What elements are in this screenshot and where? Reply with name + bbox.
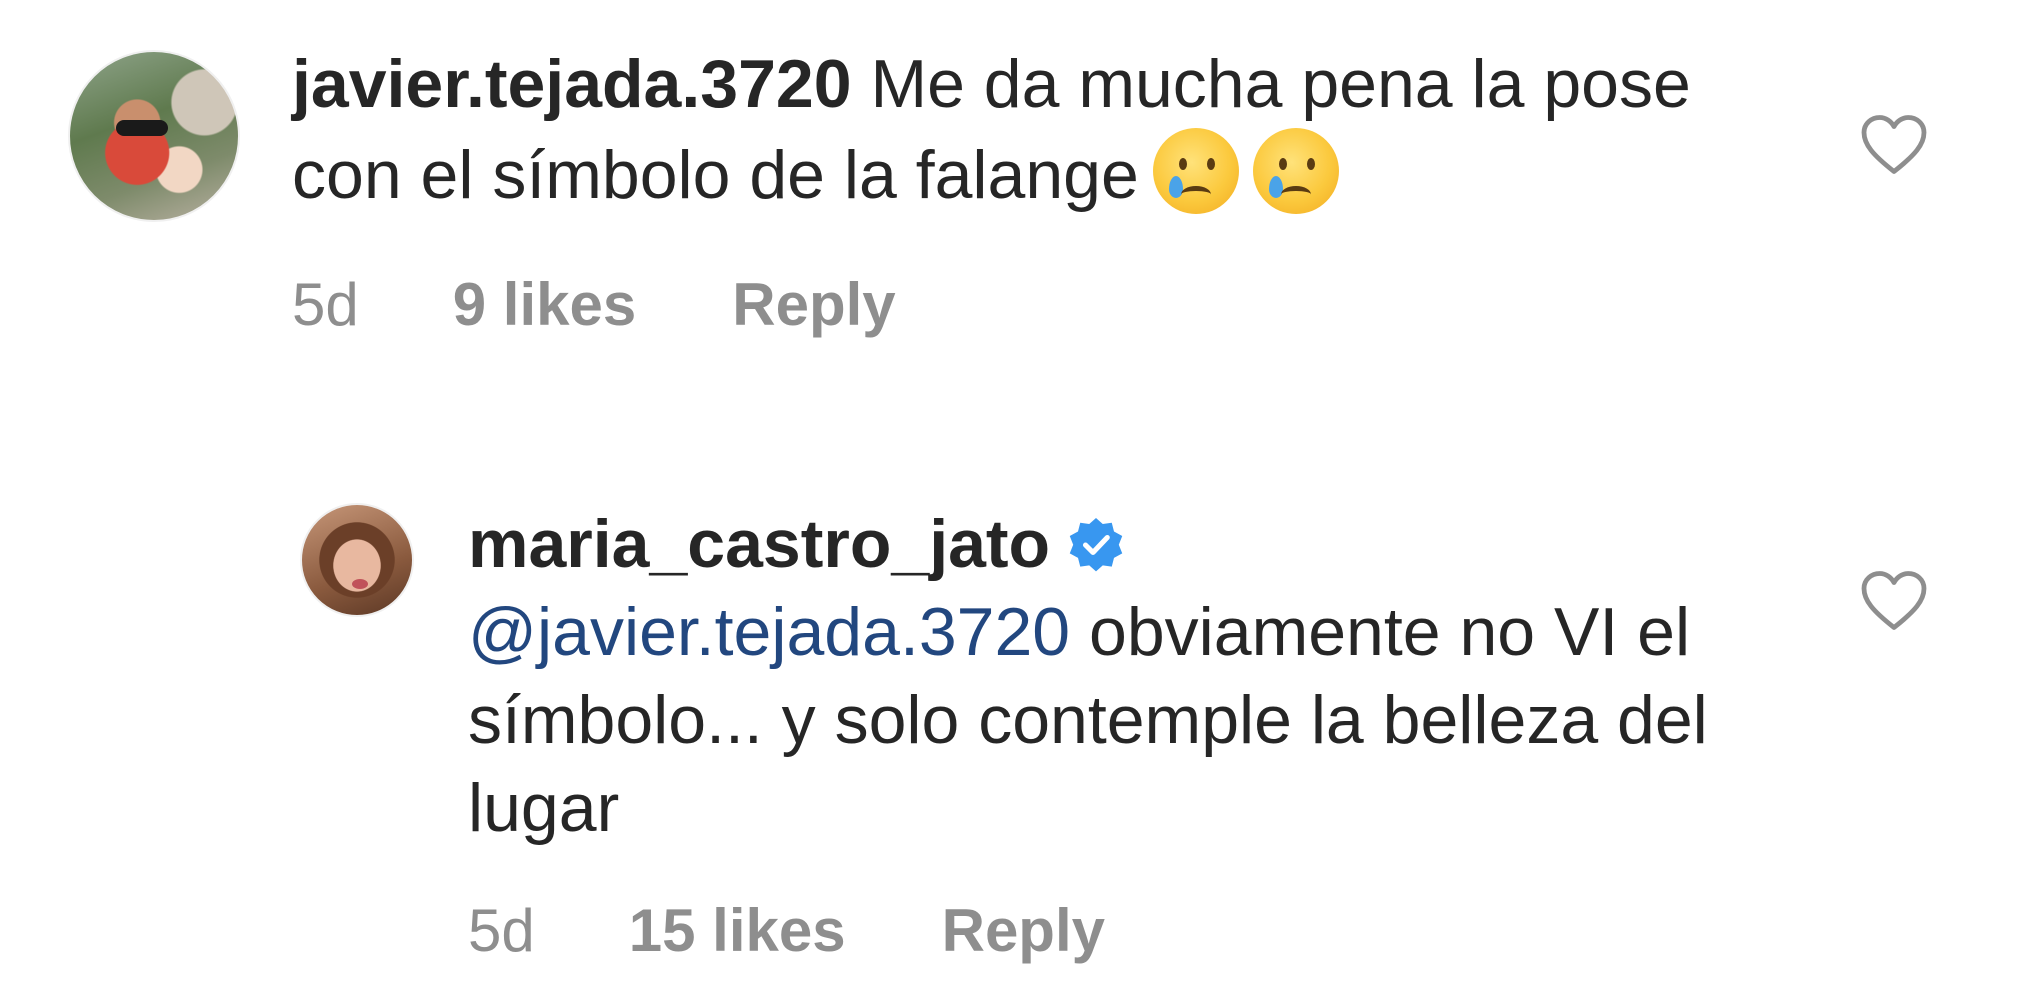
- avatar[interactable]: [300, 503, 414, 617]
- comment-likes[interactable]: 9 likes: [453, 270, 637, 339]
- comment-username[interactable]: javier.tejada.3720: [292, 46, 852, 122]
- crying-face-icon: [1152, 128, 1239, 214]
- avatar-glasses-detail: [116, 120, 168, 136]
- comment-meta: 5d 9 likes Reply: [292, 270, 896, 339]
- comment-likes[interactable]: 15 likes: [629, 896, 846, 965]
- mention-link[interactable]: @javier.tejada.3720: [468, 594, 1070, 670]
- reply-comment-text: maria_castro_jato @javier.tejada.3720 ob…: [468, 500, 1768, 852]
- comment-username[interactable]: maria_castro_jato: [468, 506, 1050, 582]
- reply-button[interactable]: Reply: [942, 896, 1105, 965]
- comment-time: 5d: [468, 897, 535, 964]
- comment-text: javier.tejada.3720 Me da mucha pena la p…: [292, 40, 1772, 219]
- comments-thread: javier.tejada.3720 Me da mucha pena la p…: [0, 0, 2032, 1000]
- reply-button[interactable]: Reply: [732, 270, 895, 339]
- crying-face-icon: [1252, 128, 1339, 214]
- heart-icon[interactable]: [1858, 110, 1930, 182]
- comment-time: 5d: [292, 271, 359, 338]
- avatar[interactable]: [68, 50, 240, 222]
- comment-meta: 5d 15 likes Reply: [468, 896, 1105, 965]
- avatar-lips-detail: [352, 579, 368, 589]
- verified-badge-icon: [1069, 518, 1123, 572]
- heart-icon[interactable]: [1858, 566, 1930, 638]
